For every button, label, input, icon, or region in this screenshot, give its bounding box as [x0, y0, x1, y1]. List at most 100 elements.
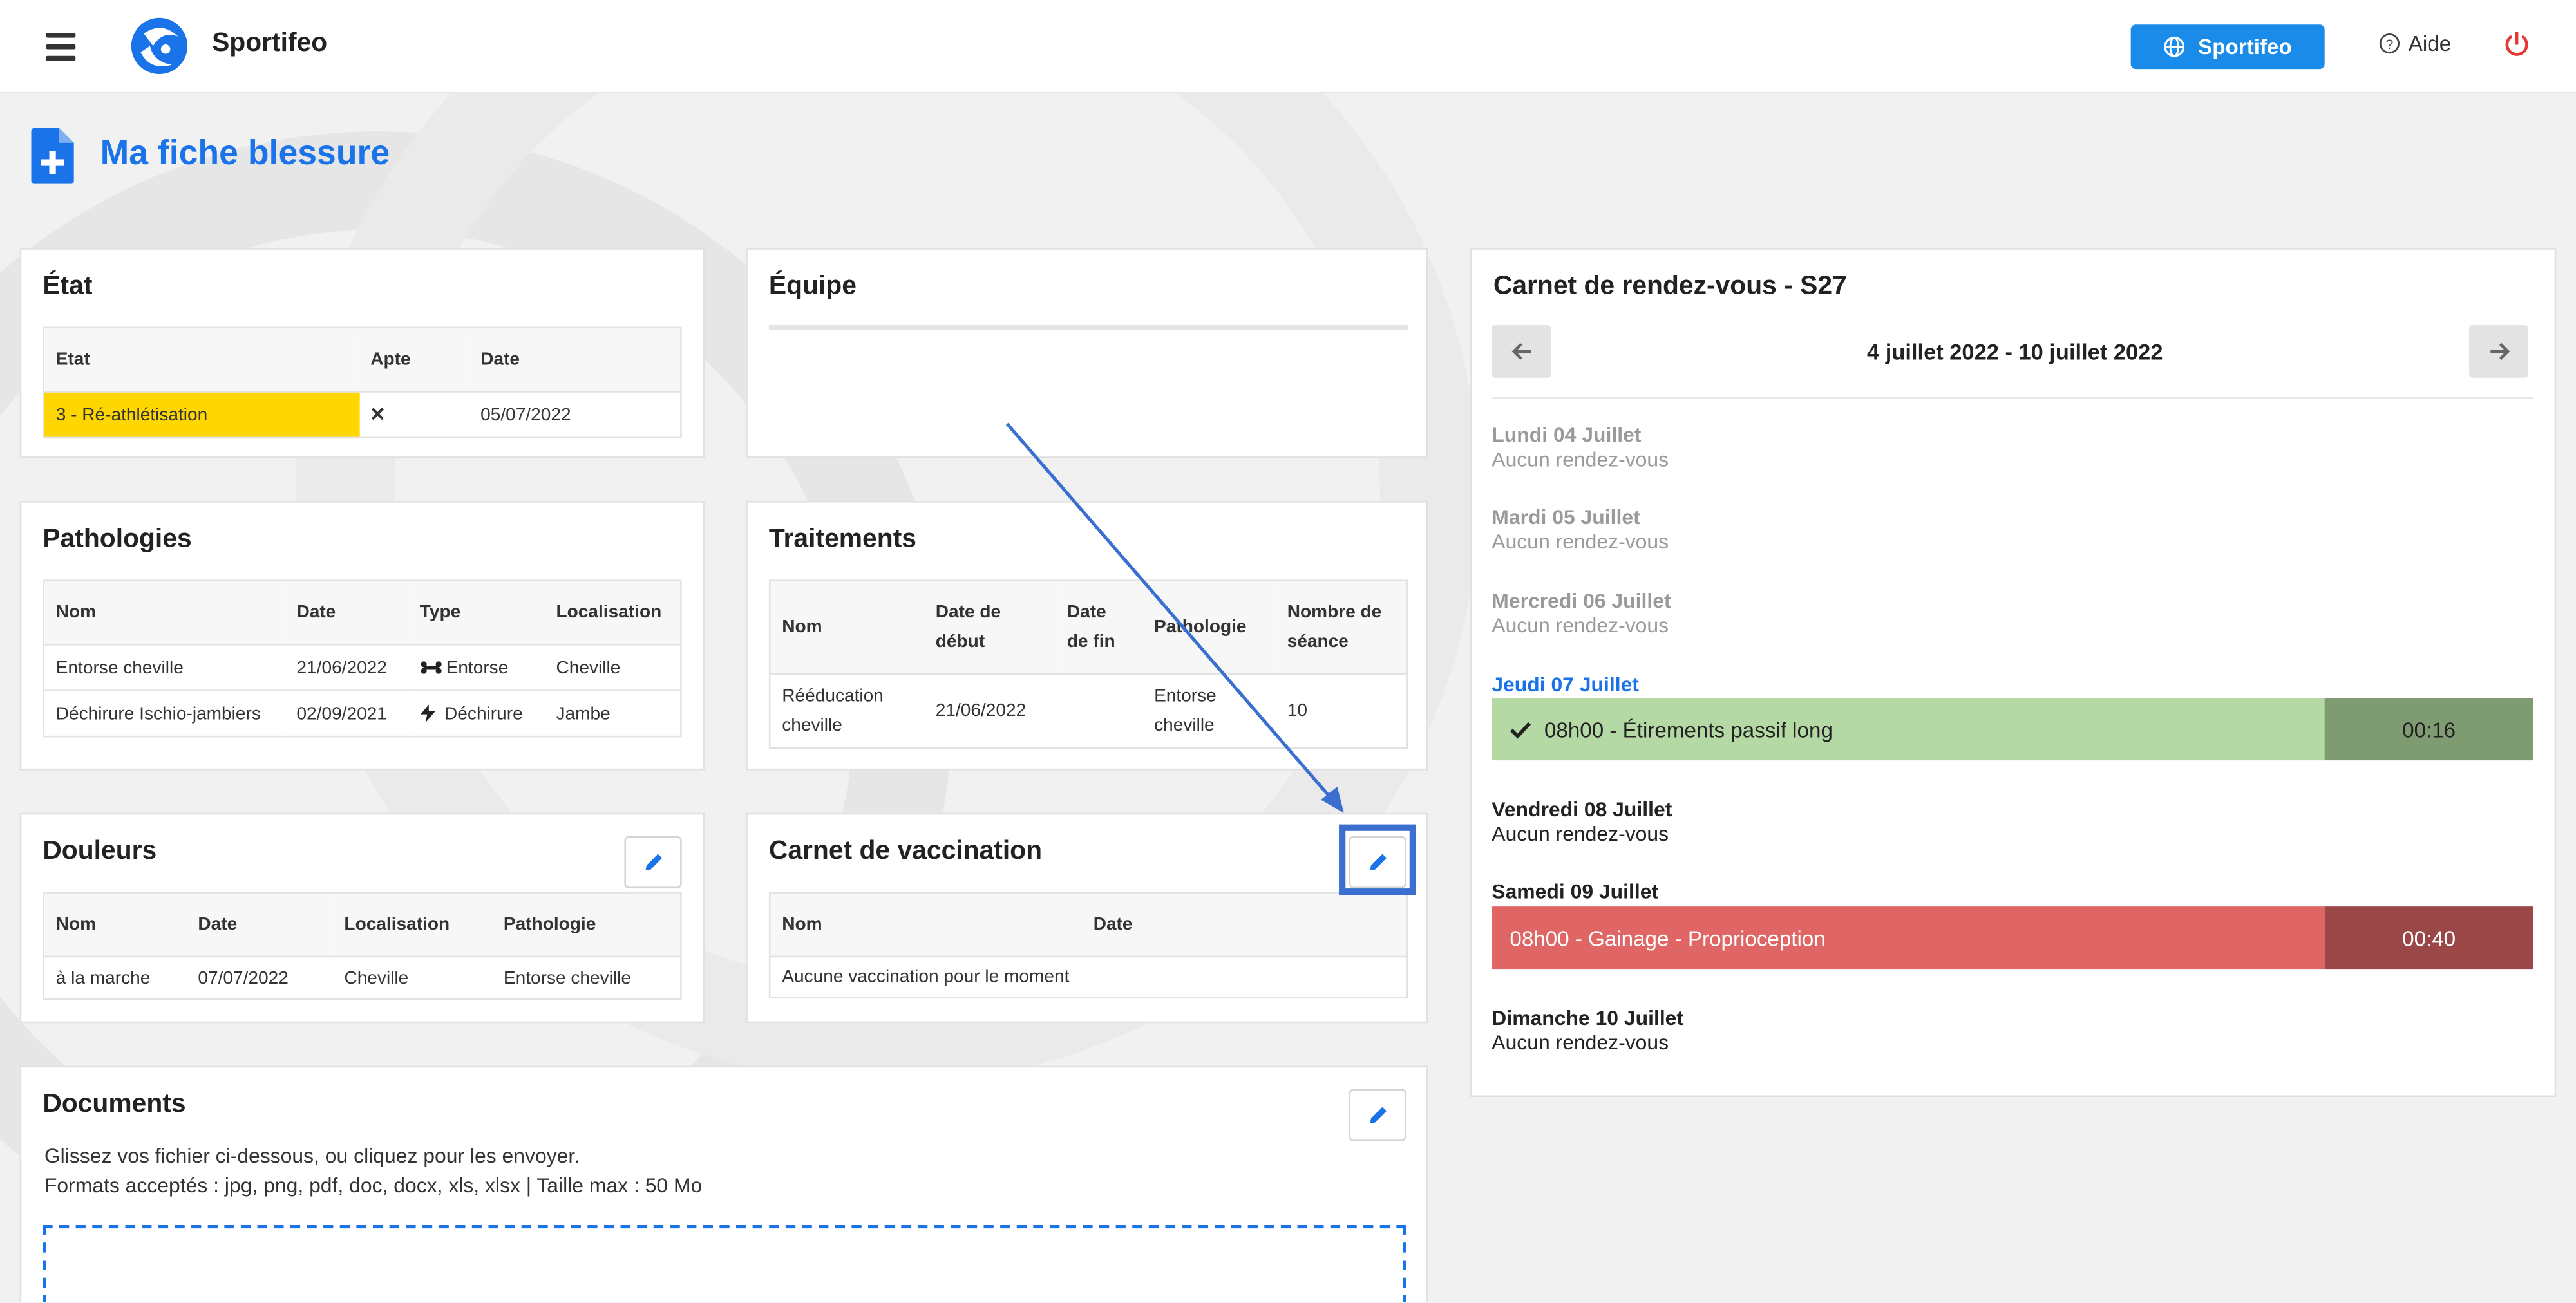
pathology-date: 21/06/2022 — [285, 644, 408, 691]
menu-icon[interactable] — [46, 33, 76, 61]
page-title: Ma fiche blessure — [100, 135, 390, 173]
appointments-card: Carnet de rendez-vous - S27 4 juillet 20… — [1470, 248, 2557, 1098]
douleurs-title: Douleurs — [43, 838, 157, 866]
column-header: Nom — [770, 892, 1082, 958]
table-row: Rééducation cheville 21/06/2022 Entorse … — [770, 674, 1407, 749]
vaccination-table: Nom Date Aucune vaccination pour le mome… — [768, 892, 1408, 999]
column-header: Pathologie — [1142, 579, 1276, 675]
appointment-duration: 00:40 — [2324, 906, 2533, 970]
day-name: Samedi 09 Juillet — [1492, 880, 1659, 904]
equipe-title: Équipe — [768, 272, 857, 301]
edit-douleurs-button[interactable] — [624, 836, 682, 889]
day-empty: Aucun rendez-vous — [1492, 448, 1669, 472]
day-wednesday: Mercredi 06 Juillet Aucun rendez-vous — [1492, 590, 1671, 639]
day-name: Vendredi 08 Juillet — [1492, 798, 1672, 821]
column-header: Date de début — [923, 579, 1056, 675]
column-header: Date — [285, 579, 408, 646]
medical-file-icon — [31, 127, 74, 184]
douleurs-table: Nom Date Localisation Pathologie à la ma… — [43, 892, 682, 1000]
douleurs-card: Douleurs Nom Date Localisation Pathologi… — [19, 812, 705, 1024]
column-header: Date — [1081, 892, 1407, 958]
table-row: Entorse cheville 21/06/2022 Entorse Chev… — [43, 644, 681, 691]
day-name: Mercredi 06 Juillet — [1492, 589, 1671, 613]
vaccination-title: Carnet de vaccination — [768, 838, 1043, 866]
pencil-icon — [1369, 854, 1386, 871]
traitements-card: Traitements Nom Date de début Date de fi… — [746, 501, 1428, 771]
table-row: 3 - Ré-athlétisation × 05/07/2022 — [43, 391, 681, 439]
file-dropzone[interactable] — [43, 1225, 1406, 1302]
table-row: Aucune vaccination pour le moment — [770, 956, 1407, 999]
vaccination-card: Carnet de vaccination Nom Date Aucune va… — [746, 812, 1428, 1024]
pathology-location: Cheville — [544, 644, 681, 691]
edit-documents-button[interactable] — [1349, 1089, 1406, 1141]
day-tuesday: Mardi 05 Juillet Aucun rendez-vous — [1492, 506, 1669, 556]
day-saturday: Samedi 09 Juillet — [1492, 880, 1658, 905]
pain-pathology: Entorse cheville — [492, 956, 681, 1000]
traitements-title: Traitements — [768, 525, 916, 554]
column-header: Nombre de séance — [1275, 579, 1407, 675]
sportifeo-logo[interactable] — [128, 15, 191, 77]
day-empty: Aucun rendez-vous — [1492, 823, 1669, 846]
pain-name: à la marche — [43, 956, 187, 1000]
week-range: 4 juillet 2022 - 10 juillet 2022 — [1867, 340, 2163, 365]
help-label: Aide — [2408, 31, 2452, 56]
next-week-button[interactable] — [2469, 325, 2528, 378]
appointment-item[interactable]: 08h00 - Gainage - Proprioception 00:40 — [1492, 906, 2533, 970]
pathologies-table: Nom Date Type Localisation Entorse chevi… — [43, 579, 682, 738]
divider — [768, 325, 1408, 330]
column-header: Date — [469, 326, 681, 393]
appointments-title: Carnet de rendez-vous - S27 — [1493, 272, 1847, 301]
day-monday: Lundi 04 Juillet Aucun rendez-vous — [1492, 424, 1669, 473]
column-header: Nom — [43, 579, 285, 646]
table-row: à la marche 07/07/2022 Cheville Entorse … — [43, 956, 681, 1000]
day-empty: Aucun rendez-vous — [1492, 614, 1669, 637]
etat-card: État Etat Apte Date 3 - Ré-athlétisation… — [19, 248, 705, 458]
top-bar: Sportifeo Sportifeo ? Aide — [0, 0, 2576, 94]
traitements-table: Nom Date de début Date de fin Pathologie… — [768, 579, 1408, 749]
pencil-icon — [645, 854, 661, 871]
day-name: Lundi 04 Juillet — [1492, 424, 1642, 447]
check-icon — [1510, 721, 1531, 738]
day-empty: Aucun rendez-vous — [1492, 1031, 1669, 1055]
pain-location: Cheville — [332, 956, 493, 1000]
divider — [1492, 397, 2533, 399]
globe-icon — [2164, 36, 2185, 57]
date-value: 05/07/2022 — [469, 391, 681, 439]
pathologies-title: Pathologies — [43, 525, 192, 554]
help-link[interactable]: ? Aide — [2379, 31, 2452, 56]
column-header: Type — [408, 579, 545, 646]
question-circle-icon: ? — [2379, 33, 2400, 54]
documents-title: Documents — [43, 1090, 186, 1119]
edit-vaccination-button[interactable] — [1349, 836, 1406, 889]
brand-name: Sportifeo — [212, 29, 328, 58]
sportifeo-button[interactable]: Sportifeo — [2130, 24, 2325, 70]
appointment-item[interactable]: 08h00 - Étirements passif long 00:16 — [1492, 698, 2533, 761]
treatment-sessions: 10 — [1275, 674, 1407, 749]
power-icon[interactable] — [2502, 30, 2532, 59]
column-header: Date — [186, 892, 333, 958]
treatment-start: 21/06/2022 — [923, 674, 1056, 749]
day-name: Mardi 05 Juillet — [1492, 505, 1640, 529]
day-name: Dimanche 10 Juillet — [1492, 1006, 1684, 1030]
pencil-icon — [1369, 1107, 1386, 1123]
treatment-name: Rééducation cheville — [770, 674, 924, 749]
etat-title: État — [43, 272, 93, 301]
column-header: Pathologie — [492, 892, 681, 958]
pathologies-card: Pathologies Nom Date Type Localisation E… — [19, 501, 705, 771]
day-name: Jeudi 07 Juillet — [1492, 673, 1639, 697]
day-sunday: Dimanche 10 Juillet Aucun rendez-vous — [1492, 1007, 1683, 1056]
column-header: Nom — [770, 579, 924, 675]
etat-value: 3 - Ré-athlétisation — [43, 391, 359, 439]
column-header: Date de fin — [1056, 579, 1143, 675]
column-header: Localisation — [544, 579, 681, 646]
sportifeo-button-label: Sportifeo — [2198, 34, 2292, 59]
appointment-duration: 00:16 — [2324, 698, 2533, 761]
apte-value: × — [359, 391, 469, 439]
documents-card: Documents Glissez vos fichier ci-dessous… — [19, 1065, 1428, 1302]
appointment-label: 08h00 - Étirements passif long — [1544, 717, 1833, 742]
empty-message: Aucune vaccination pour le moment — [770, 956, 1407, 999]
documents-formats: Formats acceptés : jpg, png, pdf, doc, d… — [44, 1174, 703, 1197]
lightning-icon — [419, 704, 435, 723]
column-header: Localisation — [332, 892, 493, 958]
pathology-type: Entorse — [408, 644, 545, 691]
